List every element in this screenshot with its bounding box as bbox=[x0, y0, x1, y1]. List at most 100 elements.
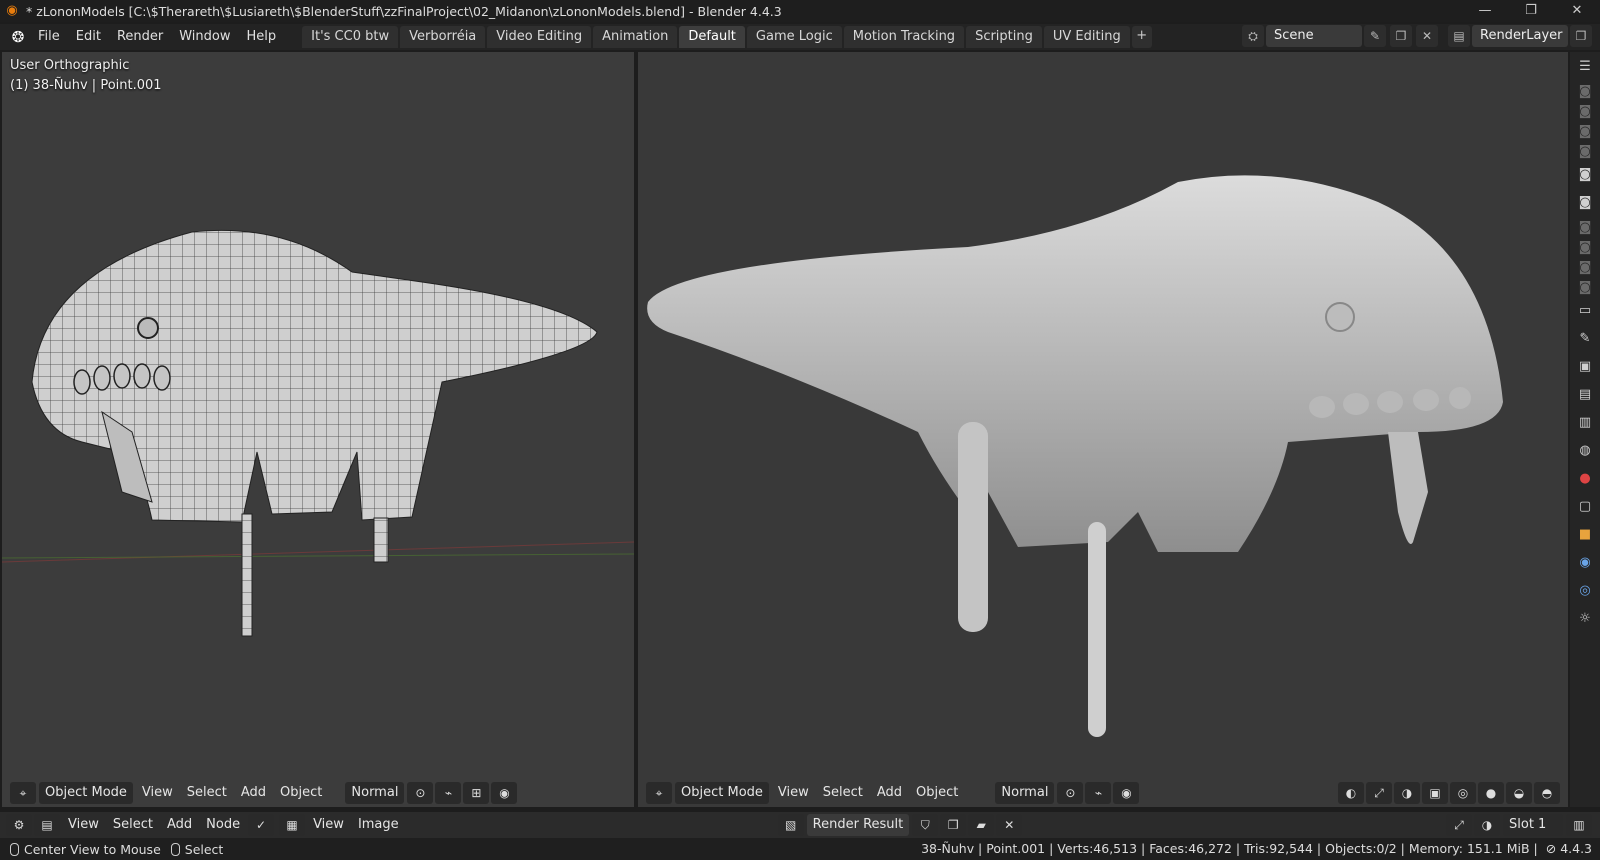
viewport-right-add-menu[interactable]: Add bbox=[870, 782, 909, 804]
new-scene-icon[interactable]: ❐ bbox=[1390, 25, 1412, 47]
snap-target-icon[interactable]: ⊞ bbox=[463, 782, 490, 804]
camera-icon[interactable]: ◙ bbox=[1574, 84, 1596, 100]
node-tree-type-icon[interactable]: ▤ bbox=[34, 814, 60, 836]
modifier-icon[interactable]: ◉ bbox=[1574, 552, 1596, 574]
blender-logo-icon[interactable]: ❂ bbox=[6, 26, 30, 48]
image-image-menu[interactable]: Image bbox=[351, 814, 406, 836]
tab-animation[interactable]: Animation bbox=[593, 26, 678, 48]
scene-name-field[interactable]: Scene bbox=[1266, 25, 1362, 47]
camera-icon[interactable]: ◙ bbox=[1574, 104, 1596, 120]
proportional-edit-icon[interactable]: ◉ bbox=[1113, 782, 1140, 804]
menu-file[interactable]: File bbox=[30, 26, 68, 48]
image-browse-icon[interactable]: ▧ bbox=[777, 814, 804, 836]
use-nodes-checkbox[interactable]: ✓ bbox=[248, 814, 275, 836]
slot-dropdown[interactable]: Slot 1 bbox=[1503, 814, 1563, 836]
camera-icon[interactable]: ◙ bbox=[1574, 240, 1596, 256]
sample-tool-icon[interactable]: ⤢ bbox=[1446, 814, 1472, 836]
node-node-menu[interactable]: Node bbox=[199, 814, 247, 836]
menu-help[interactable]: Help bbox=[239, 26, 285, 48]
camera-icon[interactable]: ◙ bbox=[1574, 124, 1596, 140]
pivot-icon[interactable]: ⊙ bbox=[1057, 782, 1084, 804]
object-mode-dropdown[interactable]: Object Mode bbox=[675, 782, 769, 804]
viewport-left-object-menu[interactable]: Object bbox=[273, 782, 329, 804]
new-render-layer-icon[interactable]: ❐ bbox=[1570, 25, 1592, 47]
material-shading-icon[interactable]: ◒ bbox=[1506, 782, 1532, 804]
solid-shading-icon[interactable]: ● bbox=[1478, 782, 1504, 804]
viewport-right-view-menu[interactable]: View bbox=[771, 782, 816, 804]
tab-game-logic[interactable]: Game Logic bbox=[746, 26, 842, 48]
maximize-button[interactable]: ❐ bbox=[1508, 0, 1554, 22]
viewport-right[interactable]: ⌖ Object Mode View Select Add Object Nor… bbox=[638, 52, 1568, 807]
remove-scene-icon[interactable]: ✕ bbox=[1416, 25, 1438, 47]
open-image-icon[interactable]: ▰ bbox=[968, 814, 995, 836]
gizmo-icon[interactable]: ⤢ bbox=[1366, 782, 1392, 804]
viewport-left-view-menu[interactable]: View bbox=[135, 782, 180, 804]
physics-icon[interactable]: ◎ bbox=[1574, 580, 1596, 602]
tab-scripting[interactable]: Scripting bbox=[966, 26, 1042, 48]
viewport-left-add-menu[interactable]: Add bbox=[234, 782, 273, 804]
viewport-right-select-menu[interactable]: Select bbox=[816, 782, 870, 804]
tab-default[interactable]: Default bbox=[679, 26, 745, 48]
object-mode-dropdown[interactable]: Object Mode bbox=[39, 782, 133, 804]
object-icon[interactable]: ■ bbox=[1574, 524, 1596, 546]
node-add-menu[interactable]: Add bbox=[160, 814, 199, 836]
render-result-field[interactable]: Render Result bbox=[806, 814, 910, 836]
node-view-menu[interactable]: View bbox=[61, 814, 106, 836]
pin-icon[interactable]: ✎ bbox=[1364, 25, 1386, 47]
output-icon[interactable]: ▤ bbox=[1574, 384, 1596, 406]
camera-icon[interactable]: ◙ bbox=[1574, 144, 1596, 160]
new-image-icon[interactable]: ❐ bbox=[940, 814, 967, 836]
snap-icon[interactable]: ⌁ bbox=[1085, 782, 1112, 804]
tool-icon[interactable]: ✎ bbox=[1574, 328, 1596, 350]
camera-icon[interactable]: ◙ bbox=[1574, 260, 1596, 276]
tab-verborreia[interactable]: Verborréia bbox=[400, 26, 486, 48]
display-channels-icon[interactable]: ▥ bbox=[1566, 814, 1592, 836]
render-layer-field[interactable]: RenderLayer bbox=[1472, 25, 1568, 47]
node-editor-type-icon[interactable]: ⚙ bbox=[6, 814, 32, 836]
node-select-menu[interactable]: Select bbox=[106, 814, 160, 836]
scene-browse-icon[interactable]: ⛭ bbox=[1242, 25, 1264, 47]
viewport-left[interactable]: User Orthographic (1) 38-Ñuhv | Point.00… bbox=[2, 52, 634, 807]
overlay-icon[interactable]: ◑ bbox=[1474, 814, 1500, 836]
properties-icon[interactable]: ▭ bbox=[1574, 300, 1596, 322]
tab-cc0[interactable]: It's CC0 btw bbox=[302, 26, 399, 48]
menu-render[interactable]: Render bbox=[109, 26, 171, 48]
wireframe-shading-icon[interactable]: ◎ bbox=[1450, 782, 1476, 804]
proportional-edit-icon[interactable]: ◉ bbox=[491, 782, 518, 804]
unlink-image-icon[interactable]: ✕ bbox=[996, 814, 1023, 836]
view-layer-icon[interactable]: ▥ bbox=[1574, 412, 1596, 434]
camera-icon[interactable]: ◙ bbox=[1574, 192, 1596, 214]
snap-icon[interactable]: ⌁ bbox=[435, 782, 462, 804]
tab-uv-editing[interactable]: UV Editing bbox=[1043, 26, 1130, 48]
minimize-button[interactable]: — bbox=[1462, 0, 1508, 22]
tab-motion-tracking[interactable]: Motion Tracking bbox=[843, 26, 965, 48]
menu-window[interactable]: Window bbox=[171, 26, 238, 48]
xray-icon[interactable]: ▣ bbox=[1422, 782, 1448, 804]
editor-type-icon[interactable]: ⌖ bbox=[10, 782, 36, 804]
overlay-icon[interactable]: ◑ bbox=[1394, 782, 1420, 804]
viewport-left-select-menu[interactable]: Select bbox=[180, 782, 234, 804]
menu-edit[interactable]: Edit bbox=[68, 26, 109, 48]
world-icon[interactable]: ● bbox=[1574, 468, 1596, 490]
light-icon[interactable]: ☼ bbox=[1574, 608, 1596, 630]
image-view-menu[interactable]: View bbox=[306, 814, 351, 836]
outliner-icon[interactable]: ☰ bbox=[1574, 56, 1596, 78]
visibility-icon[interactable]: ◐ bbox=[1338, 782, 1364, 804]
camera-icon[interactable]: ◙ bbox=[1574, 164, 1596, 186]
collection-icon[interactable]: ▢ bbox=[1574, 496, 1596, 518]
orientation-dropdown[interactable]: Normal bbox=[995, 782, 1055, 804]
camera-icon[interactable]: ◙ bbox=[1574, 280, 1596, 296]
viewport-right-object-menu[interactable]: Object bbox=[909, 782, 965, 804]
rendered-shading-icon[interactable]: ◓ bbox=[1534, 782, 1560, 804]
editor-type-icon[interactable]: ⌖ bbox=[646, 782, 672, 804]
fake-user-icon[interactable]: ⛉ bbox=[912, 814, 939, 836]
render-icon[interactable]: ▣ bbox=[1574, 356, 1596, 378]
render-layer-browse-icon[interactable]: ▤ bbox=[1448, 25, 1470, 47]
scene-icon[interactable]: ◍ bbox=[1574, 440, 1596, 462]
orientation-dropdown[interactable]: Normal bbox=[345, 782, 405, 804]
tab-video-editing[interactable]: Video Editing bbox=[487, 26, 592, 48]
image-editor-type-icon[interactable]: ▦ bbox=[279, 814, 306, 836]
pivot-icon[interactable]: ⊙ bbox=[407, 782, 434, 804]
close-button[interactable]: ✕ bbox=[1554, 0, 1600, 22]
add-workspace-button[interactable]: + bbox=[1131, 26, 1152, 48]
